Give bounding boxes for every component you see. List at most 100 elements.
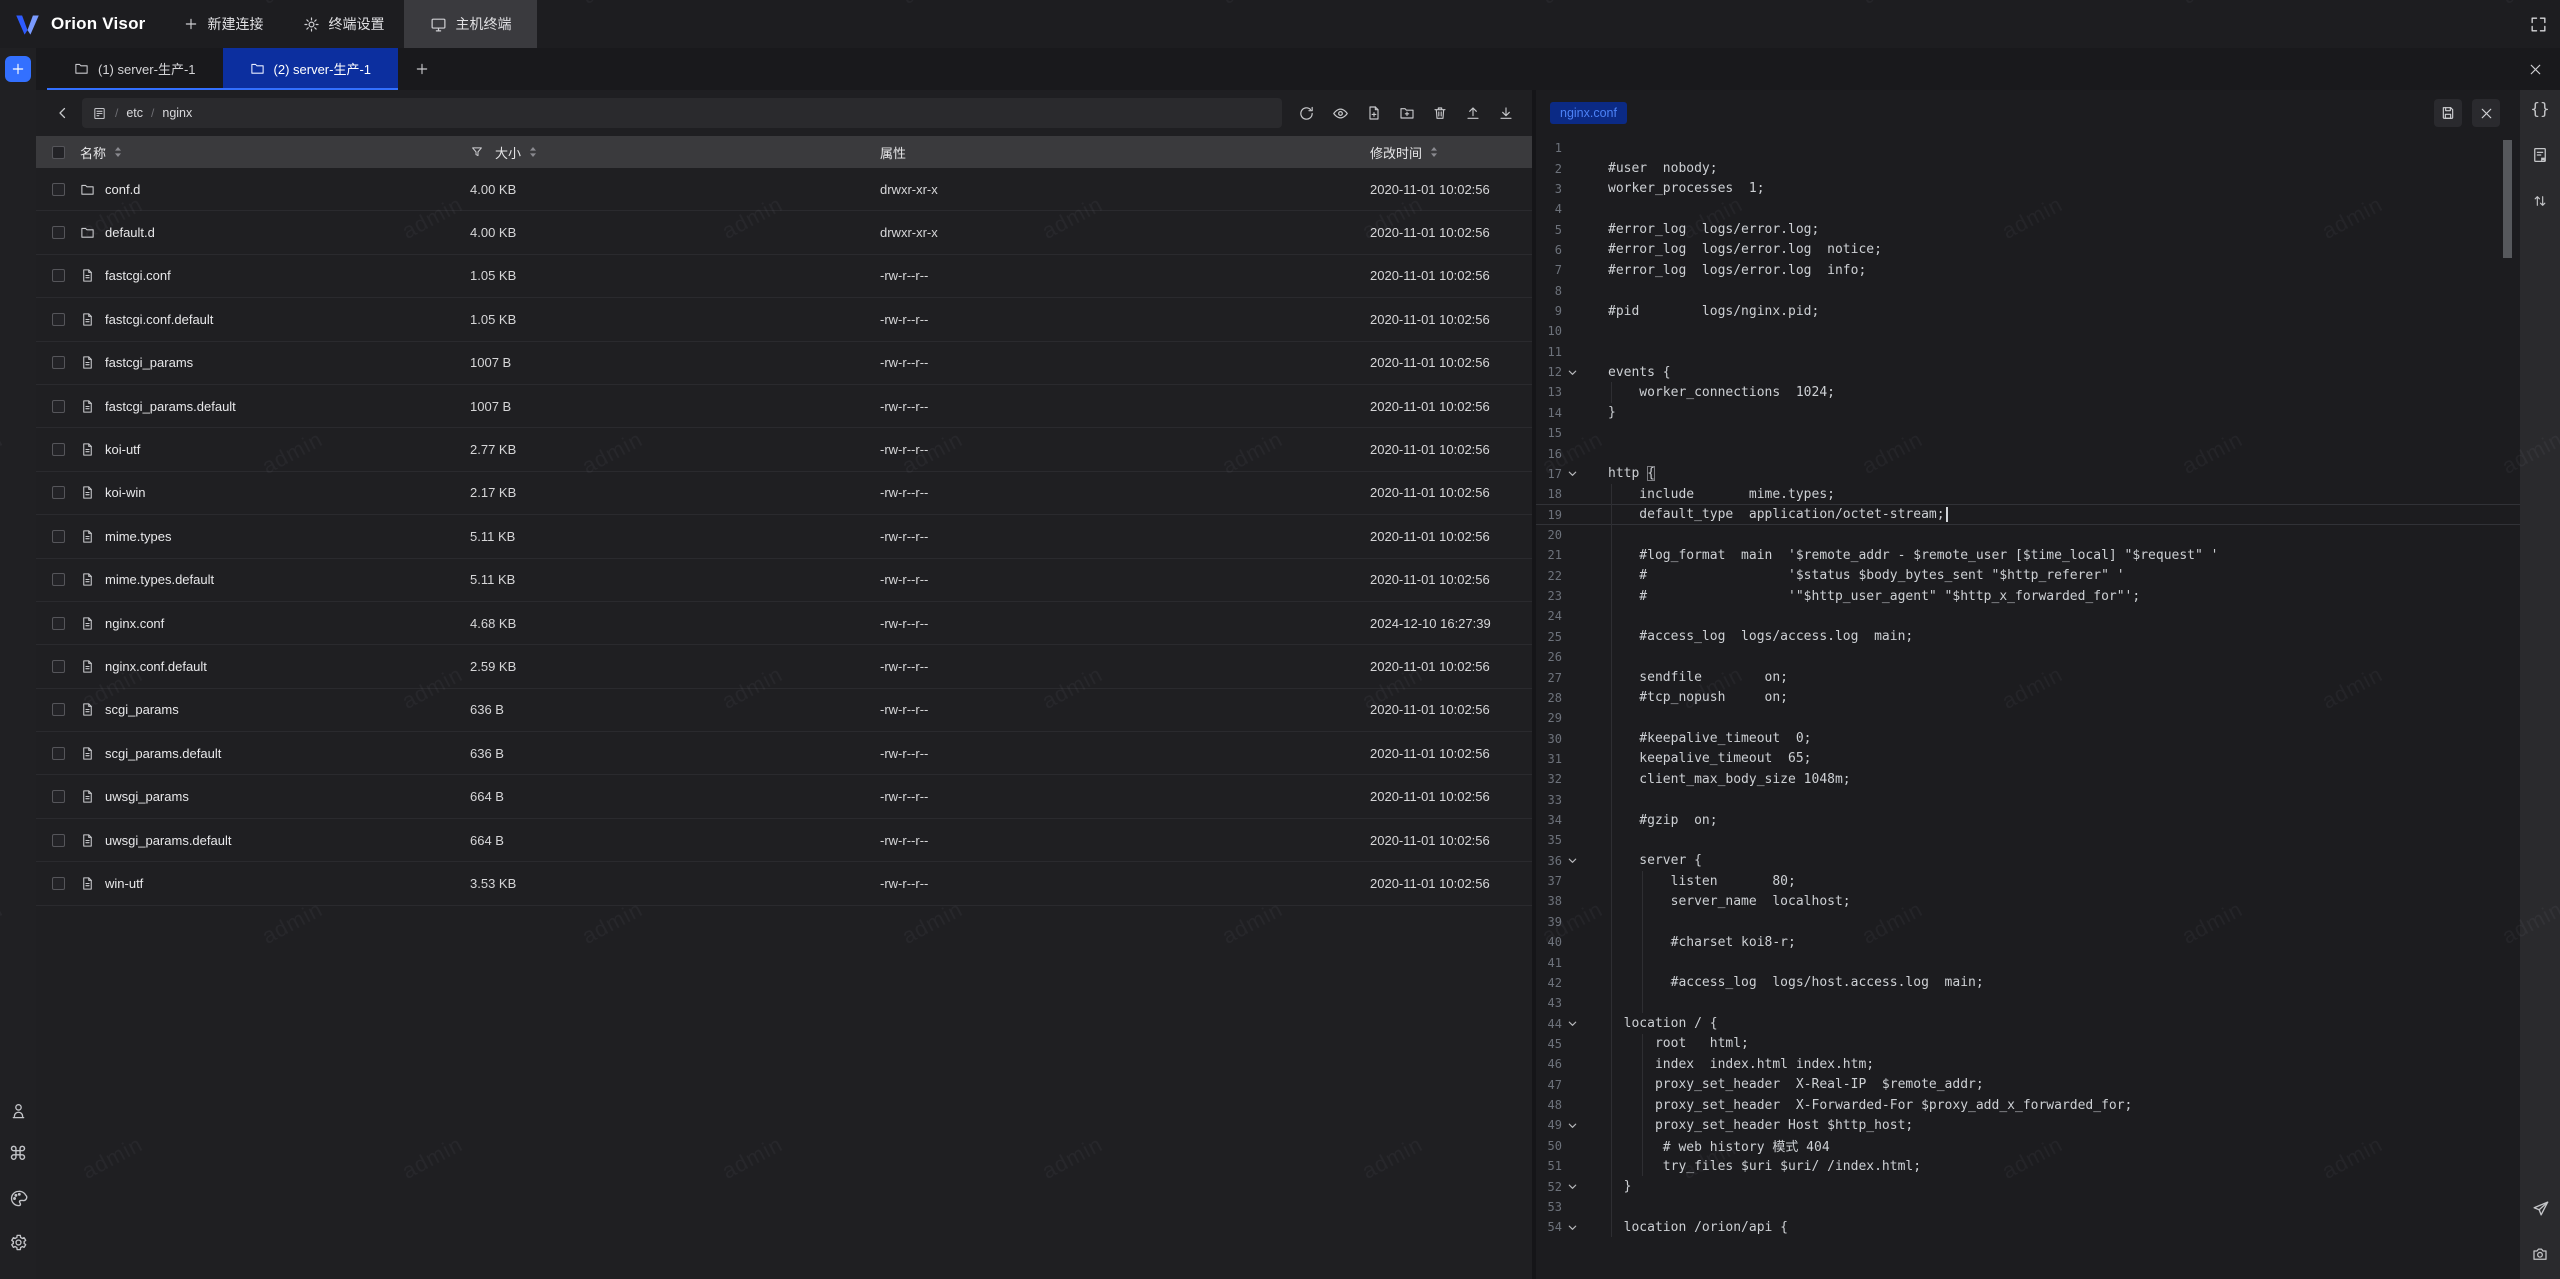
row-checkbox[interactable] <box>52 617 65 630</box>
breadcrumb-segment[interactable]: etc <box>126 106 143 120</box>
send-icon[interactable] <box>2529 1197 2551 1219</box>
file-name-cell[interactable]: fastcgi_params.default <box>80 399 470 414</box>
new-file-button[interactable] <box>1366 105 1382 121</box>
table-row[interactable]: scgi_params636 B-rw-r--r--2020-11-01 10:… <box>36 689 1532 732</box>
file-name-cell[interactable]: mime.types <box>80 529 470 544</box>
file-name-cell[interactable]: default.d <box>80 225 470 240</box>
user-icon[interactable] <box>7 1099 29 1121</box>
download-button[interactable] <box>1498 105 1514 121</box>
table-row[interactable]: nginx.conf.default2.59 KB-rw-r--r--2020-… <box>36 645 1532 688</box>
row-checkbox[interactable] <box>52 530 65 543</box>
file-name-cell[interactable]: koi-utf <box>80 442 470 457</box>
table-row[interactable]: uwsgi_params.default664 B-rw-r--r--2020-… <box>36 819 1532 862</box>
fold-toggle-icon[interactable] <box>1562 1181 1582 1192</box>
row-checkbox[interactable] <box>52 226 65 239</box>
file-name-cell[interactable]: nginx.conf.default <box>80 659 470 674</box>
table-row[interactable]: conf.d4.00 KBdrwxr-xr-x2020-11-01 10:02:… <box>36 168 1532 211</box>
delete-button[interactable] <box>1432 105 1448 121</box>
table-row[interactable]: mime.types5.11 KB-rw-r--r--2020-11-01 10… <box>36 515 1532 558</box>
sort-icon[interactable] <box>529 146 537 158</box>
doc-bookmark-icon[interactable] <box>2529 144 2551 166</box>
close-panel-icon[interactable] <box>2527 48 2560 90</box>
table-row[interactable]: fastcgi_params1007 B-rw-r--r--2020-11-01… <box>36 342 1532 385</box>
file-name-cell[interactable]: fastcgi_params <box>80 355 470 370</box>
column-header[interactable]: 名称 <box>80 143 470 162</box>
line-number: 7 <box>1536 263 1562 277</box>
preview-eye-button[interactable] <box>1332 105 1349 122</box>
file-name-cell[interactable]: koi-win <box>80 485 470 500</box>
row-checkbox[interactable] <box>52 400 65 413</box>
row-checkbox[interactable] <box>52 183 65 196</box>
palette-icon[interactable] <box>7 1187 29 1209</box>
row-checkbox[interactable] <box>52 269 65 282</box>
file-name-cell[interactable]: uwsgi_params.default <box>80 833 470 848</box>
save-file-button[interactable] <box>2434 99 2462 127</box>
sort-lines-icon[interactable] <box>2529 190 2551 212</box>
file-name-cell[interactable]: scgi_params.default <box>80 746 470 761</box>
braces-icon[interactable]: {} <box>2529 98 2551 120</box>
row-checkbox[interactable] <box>52 877 65 890</box>
file-name-cell[interactable]: conf.d <box>80 182 470 197</box>
row-checkbox[interactable] <box>52 660 65 673</box>
column-header[interactable]: 修改时间 <box>1370 143 1532 162</box>
table-row[interactable]: default.d4.00 KBdrwxr-xr-x2020-11-01 10:… <box>36 211 1532 254</box>
column-header[interactable]: 大小 <box>470 143 880 162</box>
table-row[interactable]: koi-utf2.77 KB-rw-r--r--2020-11-01 10:02… <box>36 428 1532 471</box>
table-row[interactable]: fastcgi.conf.default1.05 KB-rw-r--r--202… <box>36 298 1532 341</box>
menu-terminal-settings[interactable]: 终端设置 <box>283 0 404 48</box>
fold-toggle-icon[interactable] <box>1562 855 1582 866</box>
breadcrumb[interactable]: /etc/nginx <box>82 98 1282 128</box>
file-name-cell[interactable]: nginx.conf <box>80 616 470 631</box>
row-checkbox[interactable] <box>52 834 65 847</box>
row-checkbox[interactable] <box>52 790 65 803</box>
row-checkbox[interactable] <box>52 443 65 456</box>
refresh-button[interactable] <box>1298 105 1315 122</box>
filter-icon[interactable] <box>470 145 484 159</box>
row-checkbox[interactable] <box>52 313 65 326</box>
table-row[interactable]: fastcgi.conf1.05 KB-rw-r--r--2020-11-01 … <box>36 255 1532 298</box>
table-row[interactable]: mime.types.default5.11 KB-rw-r--r--2020-… <box>36 559 1532 602</box>
row-checkbox[interactable] <box>52 747 65 760</box>
new-connection-button[interactable] <box>5 56 31 82</box>
fold-toggle-icon[interactable] <box>1562 1018 1582 1029</box>
camera-icon[interactable] <box>2529 1243 2551 1265</box>
fold-toggle-icon[interactable] <box>1562 367 1582 378</box>
breadcrumb-segment[interactable]: nginx <box>162 106 192 120</box>
sort-icon[interactable] <box>114 146 122 158</box>
table-row[interactable]: scgi_params.default636 B-rw-r--r--2020-1… <box>36 732 1532 775</box>
row-checkbox[interactable] <box>52 356 65 369</box>
new-folder-button[interactable] <box>1399 105 1415 121</box>
row-checkbox[interactable] <box>52 573 65 586</box>
table-row[interactable]: uwsgi_params664 B-rw-r--r--2020-11-01 10… <box>36 775 1532 818</box>
file-name-cell[interactable]: fastcgi.conf.default <box>80 312 470 327</box>
settings-icon[interactable] <box>7 1231 29 1253</box>
code-editor[interactable]: 12#user nobody;3worker_processes 1;45#er… <box>1536 136 2520 1279</box>
fullscreen-icon[interactable] <box>2529 15 2548 34</box>
table-row[interactable]: koi-win2.17 KB-rw-r--r--2020-11-01 10:02… <box>36 472 1532 515</box>
file-name-cell[interactable]: mime.types.default <box>80 572 470 587</box>
fold-toggle-icon[interactable] <box>1562 468 1582 479</box>
menu-new-connection[interactable]: 新建连接 <box>163 0 283 48</box>
fold-toggle-icon[interactable] <box>1562 1120 1582 1131</box>
menu-host-terminal[interactable]: 主机终端 <box>404 0 537 48</box>
row-checkbox[interactable] <box>52 703 65 716</box>
file-name-cell[interactable]: win-utf <box>80 876 470 891</box>
file-name-cell[interactable]: scgi_params <box>80 702 470 717</box>
file-name-cell[interactable]: fastcgi.conf <box>80 268 470 283</box>
close-editor-button[interactable] <box>2472 99 2500 127</box>
fold-toggle-icon[interactable] <box>1562 1222 1582 1233</box>
command-icon[interactable]: ⌘ <box>7 1143 29 1165</box>
sort-icon[interactable] <box>1430 146 1438 158</box>
upload-button[interactable] <box>1465 105 1481 121</box>
select-all-checkbox[interactable] <box>52 146 65 159</box>
table-row[interactable]: win-utf3.53 KB-rw-r--r--2020-11-01 10:02… <box>36 862 1532 905</box>
back-icon[interactable] <box>54 104 72 122</box>
row-checkbox[interactable] <box>52 486 65 499</box>
editor-scrollbar-thumb[interactable] <box>2503 140 2512 258</box>
tab[interactable]: (1) server-生产-1 <box>47 48 223 88</box>
file-name-cell[interactable]: uwsgi_params <box>80 789 470 804</box>
tab-active[interactable]: (2) server-生产-1 <box>223 48 399 88</box>
add-tab-icon[interactable] <box>414 48 430 90</box>
table-row[interactable]: nginx.conf4.68 KB-rw-r--r--2024-12-10 16… <box>36 602 1532 645</box>
table-row[interactable]: fastcgi_params.default1007 B-rw-r--r--20… <box>36 385 1532 428</box>
